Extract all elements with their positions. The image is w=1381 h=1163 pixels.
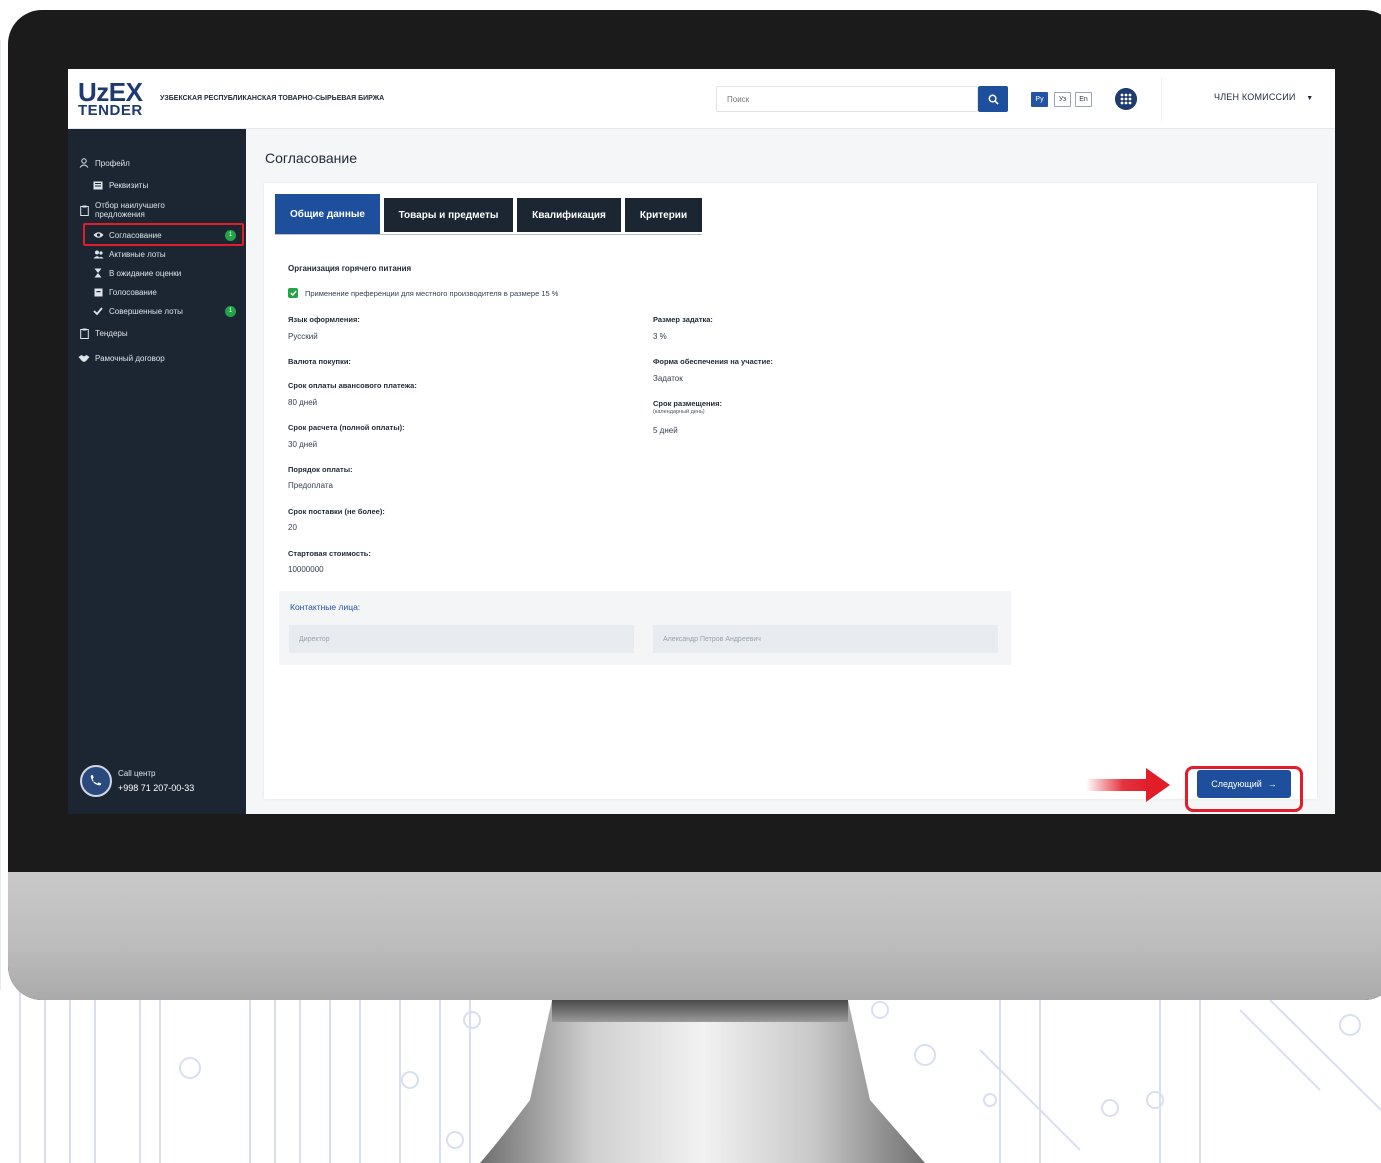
sidebar-item-label: Реквизиты [109, 180, 149, 190]
logo-sub: TENDER [78, 102, 143, 119]
search-icon [988, 94, 999, 105]
tab-goods-items[interactable]: Товары и предметы [384, 198, 513, 232]
clipboard-icon [78, 327, 90, 339]
preference-checkbox[interactable] [288, 288, 298, 298]
lang-en-button[interactable]: En [1075, 92, 1092, 107]
next-button-label: Следующий [1211, 779, 1262, 789]
ballot-icon [92, 286, 104, 298]
users-icon [92, 248, 104, 260]
contacts-panel: Контактные лица: Директор Александр Петр… [279, 591, 1011, 665]
field-value-payment-order: Предоплата [288, 481, 333, 490]
field-value-deposit-size: 3 % [653, 332, 667, 341]
user-icon [78, 157, 90, 169]
sidebar-item-profile[interactable]: Профейл [78, 155, 256, 171]
sidebar-item-label: Профейл [95, 158, 130, 168]
completed-count-badge: 1 [225, 305, 236, 317]
header-divider [1161, 77, 1162, 121]
search-button[interactable] [978, 86, 1008, 112]
user-role-label: ЧЛЕН КОМИССИИ [1214, 92, 1296, 102]
monitor-chin [8, 872, 1381, 1000]
details-card: Общие данные Товары и предметы Квалифика… [264, 183, 1317, 812]
tab-underline [275, 234, 702, 235]
sidebar-item-completed-lots[interactable]: Совершенные лоты 1 [92, 303, 242, 319]
uzex-logo[interactable]: UzEX TENDER [78, 79, 143, 118]
field-value-delivery-term: 20 [288, 523, 297, 532]
sidebar-item-label: Отбор наилучшего предложения [95, 200, 165, 219]
hourglass-icon [92, 267, 104, 279]
field-sub-placement-term: (календарный день) [653, 409, 705, 415]
field-label-start-price: Стартовая стоимость: [288, 549, 371, 558]
field-label-deposit-size: Размер задатка: [653, 315, 713, 324]
field-value-placement-term: 5 дней [653, 426, 678, 435]
organization-name: УЗБЕКСКАЯ РЕСПУБЛИКАНСКАЯ ТОВАРНО-СЫРЬЕВ… [160, 95, 385, 102]
sidebar-item-requisites[interactable]: Реквизиты [92, 177, 270, 193]
field-value-start-price: 10000000 [288, 565, 324, 574]
apps-grid-icon[interactable] [1115, 88, 1137, 110]
red-arrow-callout [1086, 768, 1170, 802]
search-input[interactable] [717, 87, 977, 111]
approval-highlight-box [83, 223, 244, 246]
app-screen: UzEX TENDER УЗБЕКСКАЯ РЕСПУБЛИКАНСКАЯ ТО… [68, 69, 1335, 814]
tab-qualification[interactable]: Квалификация [517, 198, 621, 232]
user-menu[interactable]: ЧЛЕН КОМИССИИ ▼ [1214, 92, 1313, 102]
sidebar-item-tenders[interactable]: Тендеры [78, 325, 256, 341]
clipboard-icon [78, 204, 90, 216]
contact-name-field[interactable]: Александр Петров Андреевич [653, 625, 998, 653]
call-center[interactable]: 24 Call центр +998 71 207-00-33 [80, 765, 240, 801]
top-bar: UzEX TENDER УЗБЕКСКАЯ РЕСПУБЛИКАНСКАЯ ТО… [68, 69, 1335, 129]
field-label-advance-term: Срок оплаты авансового платежа: [288, 381, 417, 390]
sidebar-item-label: Голосование [109, 287, 157, 297]
search-box [716, 86, 978, 112]
sidebar-item-awaiting-evaluation[interactable]: В ожидание оценки [92, 265, 270, 281]
sidebar-item-label: Совершенные лоты [109, 306, 183, 316]
field-label-payment-term: Срок расчета (полной оплаты): [288, 423, 405, 432]
tab-general-data[interactable]: Общие данные [275, 194, 380, 234]
arrow-right-icon: → [1267, 779, 1277, 789]
field-label-payment-order: Порядок оплаты: [288, 465, 353, 474]
field-label-security-form: Форма обеспечения на участие: [653, 357, 773, 366]
handshake-icon [78, 352, 90, 364]
field-label-currency: Валюта покупки: [288, 357, 351, 366]
lot-title: Организация горячего питания [288, 264, 412, 273]
next-button[interactable]: Следующий → [1197, 770, 1291, 798]
call-center-phone[interactable]: +998 71 207-00-33 [118, 783, 194, 793]
check-icon [92, 305, 104, 317]
sidebar-item-framework-contract[interactable]: Рамочный договор [78, 350, 256, 366]
svg-text:24: 24 [93, 778, 99, 784]
field-value-security-form: Задаток [653, 374, 683, 383]
lang-ru-button[interactable]: Ру [1031, 92, 1048, 107]
sidebar-item-best-offer[interactable]: Отбор наилучшего предложения [78, 199, 256, 221]
tab-criteria[interactable]: Критерии [625, 198, 702, 232]
lang-uz-button[interactable]: Уз [1054, 92, 1071, 107]
checkmark-icon [289, 290, 297, 296]
field-label-placement-term: Срок размещения: [653, 399, 723, 408]
sidebar-item-label: Активные лоты [109, 249, 166, 259]
preference-label: Применение преференции для местного прои… [305, 289, 559, 298]
page-title: Согласование [265, 150, 357, 166]
field-value-advance-term: 80 дней [288, 398, 318, 407]
sidebar-item-label: Рамочный договор [95, 353, 165, 363]
contacts-title: Контактные лица: [290, 602, 361, 612]
sidebar-item-label: В ожидание оценки [109, 268, 182, 278]
sidebar-item-voting[interactable]: Голосование [92, 284, 270, 300]
sidebar: Профейл Реквизиты Отбор наилучшего предл… [68, 129, 246, 814]
sidebar-item-label: Тендеры [95, 328, 128, 338]
field-value-payment-term: 30 дней [288, 440, 318, 449]
field-value-language: Русский [288, 332, 318, 341]
chevron-down-icon: ▼ [1306, 95, 1314, 102]
sidebar-item-active-lots[interactable]: Активные лоты [92, 246, 270, 262]
field-label-language: Язык оформления: [288, 315, 360, 324]
field-label-delivery-term: Срок поставки (не более): [288, 507, 385, 516]
contact-position-field[interactable]: Директор [289, 625, 634, 653]
id-card-icon [92, 179, 104, 191]
call-center-label: Call центр [118, 769, 156, 778]
main-content: Согласование Общие данные Товары и предм… [246, 129, 1335, 814]
phone-24-icon: 24 [80, 765, 112, 797]
